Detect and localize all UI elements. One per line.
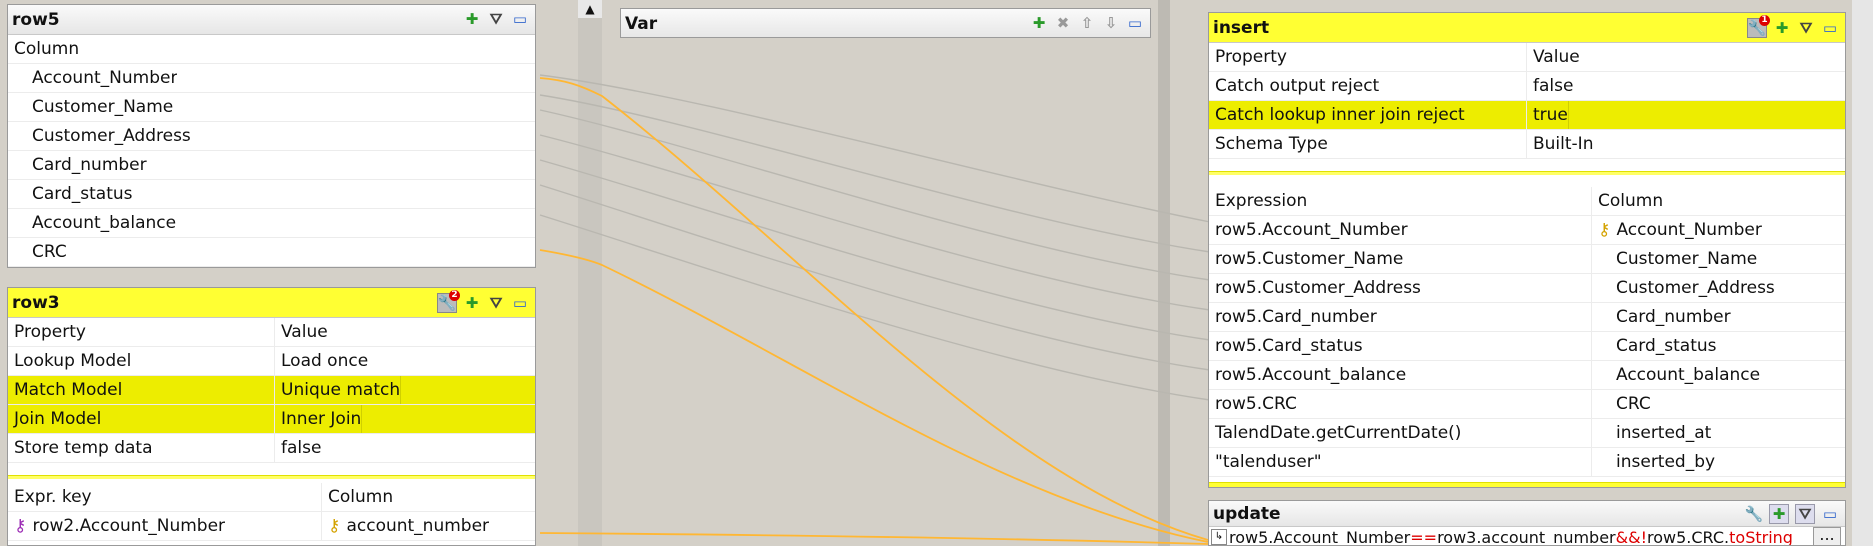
add-icon[interactable]: ✚ [463, 294, 481, 312]
row3-prop-header: Property Value [8, 318, 535, 347]
move-down-icon[interactable]: ⇩ [1102, 14, 1120, 32]
key-icon: ⚷ [1598, 220, 1611, 240]
update-title: update [1213, 503, 1281, 524]
insert-mapping-row[interactable]: row5.Account_Number ⚷ Account_Number [1209, 216, 1845, 245]
row5-column-row[interactable]: CRC [8, 238, 535, 267]
key-icon: ⚷ [328, 516, 341, 536]
add-icon[interactable]: ✚ [1030, 14, 1048, 32]
minimize-icon[interactable]: ▭ [1821, 505, 1839, 523]
insert-mapping-row[interactable]: "talenduser" inserted_by [1209, 448, 1845, 477]
minimize-icon[interactable]: ▭ [1126, 14, 1144, 32]
row3-panel: row3 🔧 2 ✚ ⛛ ▭ Property Value Lookup Mode… [7, 287, 536, 546]
insert-prop-header: Property Value [1209, 43, 1845, 72]
var-panel: Var ✚ ✖ ⇧ ⇩ ▭ [620, 8, 1151, 38]
settings-icon[interactable]: 🔧 2 [437, 290, 460, 313]
row3-property-row[interactable]: Match Model Unique match [8, 376, 535, 405]
orange-links [539, 77, 1209, 545]
row3-separator [8, 475, 535, 479]
insert-badge: 1 [1759, 15, 1770, 26]
move-up-icon[interactable]: ⇧ [1078, 14, 1096, 32]
row3-title: row3 [12, 292, 60, 313]
row3-property-row[interactable]: Join Model Inner Join [8, 405, 535, 434]
row5-title: row5 [12, 9, 60, 30]
insert-title: insert [1213, 17, 1270, 38]
row3-property-row[interactable]: Lookup Model Load once [8, 347, 535, 376]
row5-column-row[interactable]: Customer_Address [8, 122, 535, 151]
var-title: Var [625, 13, 658, 34]
row3-badge: 2 [449, 290, 460, 301]
key-icon: ⚷ [14, 516, 27, 536]
row5-column-row[interactable]: Customer_Name [8, 93, 535, 122]
row5-header: row5 ✚ ⛛ ▭ [8, 5, 535, 35]
filter-icon[interactable]: ⛛ [487, 294, 505, 312]
insert-header: insert 🔧 1 ✚ ⛛ ▭ [1209, 13, 1845, 43]
insert-mapping-row[interactable]: row5.Card_status Card_status [1209, 332, 1845, 361]
add-icon[interactable]: ✚ [1769, 504, 1789, 524]
insert-mapping-row[interactable]: TalendDate.getCurrentDate() inserted_at [1209, 419, 1845, 448]
insert-property-row[interactable]: Schema Type Built-In [1209, 130, 1845, 159]
insert-mapping-row[interactable]: row5.Customer_Name Customer_Name [1209, 245, 1845, 274]
remove-icon[interactable]: ✖ [1054, 14, 1072, 32]
add-icon[interactable]: ✚ [1773, 19, 1791, 37]
row3-property-row[interactable]: Store temp data false [8, 434, 535, 463]
add-icon[interactable]: ✚ [463, 10, 481, 28]
insert-mapping-row[interactable]: row5.Customer_Address Customer_Address [1209, 274, 1845, 303]
row5-column-header: Column [8, 35, 535, 64]
minimize-icon[interactable]: ▭ [511, 294, 529, 312]
var-header: Var ✚ ✖ ⇧ ⇩ ▭ [621, 9, 1150, 37]
settings-icon[interactable]: 🔧 1 [1747, 15, 1770, 38]
update-filter-row: ↳ row5.Account_Number==row3.account_numb… [1209, 527, 1845, 546]
filter-icon[interactable]: ⛛ [1797, 19, 1815, 37]
row3-expr-header: Expr. key Column [8, 483, 535, 512]
update-header: update 🔧 ✚ ⛛ ▭ [1209, 501, 1845, 527]
row3-key-row[interactable]: ⚷ row2.Account_Number ⚷ account_number [8, 512, 535, 541]
gray-links [539, 74, 1211, 401]
row5-column-row[interactable]: Account_Number [8, 64, 535, 93]
insert-panel: insert 🔧 1 ✚ ⛛ ▭ Property Value Catch out… [1208, 12, 1846, 488]
minimize-icon[interactable]: ▭ [511, 10, 529, 28]
insert-mapping-row[interactable]: row5.Account_balance Account_balance [1209, 361, 1845, 390]
row5-panel: row5 ✚ ⛛ ▭ Column Account_Number Customer… [7, 4, 536, 268]
filter-icon[interactable]: ⛛ [1795, 504, 1815, 524]
insert-expr-header: Expression Column [1209, 187, 1845, 216]
insert-property-row[interactable]: Catch output reject false [1209, 72, 1845, 101]
filter-icon[interactable]: ⛛ [487, 10, 505, 28]
update-panel: update 🔧 ✚ ⛛ ▭ ↳ row5.Account_Number==ro… [1208, 500, 1846, 546]
filter-expand-icon[interactable]: ↳ [1211, 529, 1227, 545]
insert-mapping-row[interactable]: row5.CRC CRC [1209, 390, 1845, 419]
insert-separator [1209, 171, 1845, 175]
minimize-icon[interactable]: ▭ [1821, 19, 1839, 37]
more-button[interactable]: ... [1813, 527, 1841, 545]
row5-column-row[interactable]: Card_number [8, 151, 535, 180]
row5-column-row[interactable]: Account_balance [8, 209, 535, 238]
insert-property-row[interactable]: Catch lookup inner join reject true [1209, 101, 1845, 130]
insert-mapping-row[interactable]: row5.Card_number Card_number [1209, 303, 1845, 332]
row5-column-row[interactable]: Card_status [8, 180, 535, 209]
insert-bottom-bar [1209, 482, 1845, 487]
row3-header: row3 🔧 2 ✚ ⛛ ▭ [8, 288, 535, 318]
settings-icon[interactable]: 🔧 [1745, 505, 1764, 523]
update-filter-expression[interactable]: row5.Account_Number==row3.account_number… [1229, 528, 1813, 546]
